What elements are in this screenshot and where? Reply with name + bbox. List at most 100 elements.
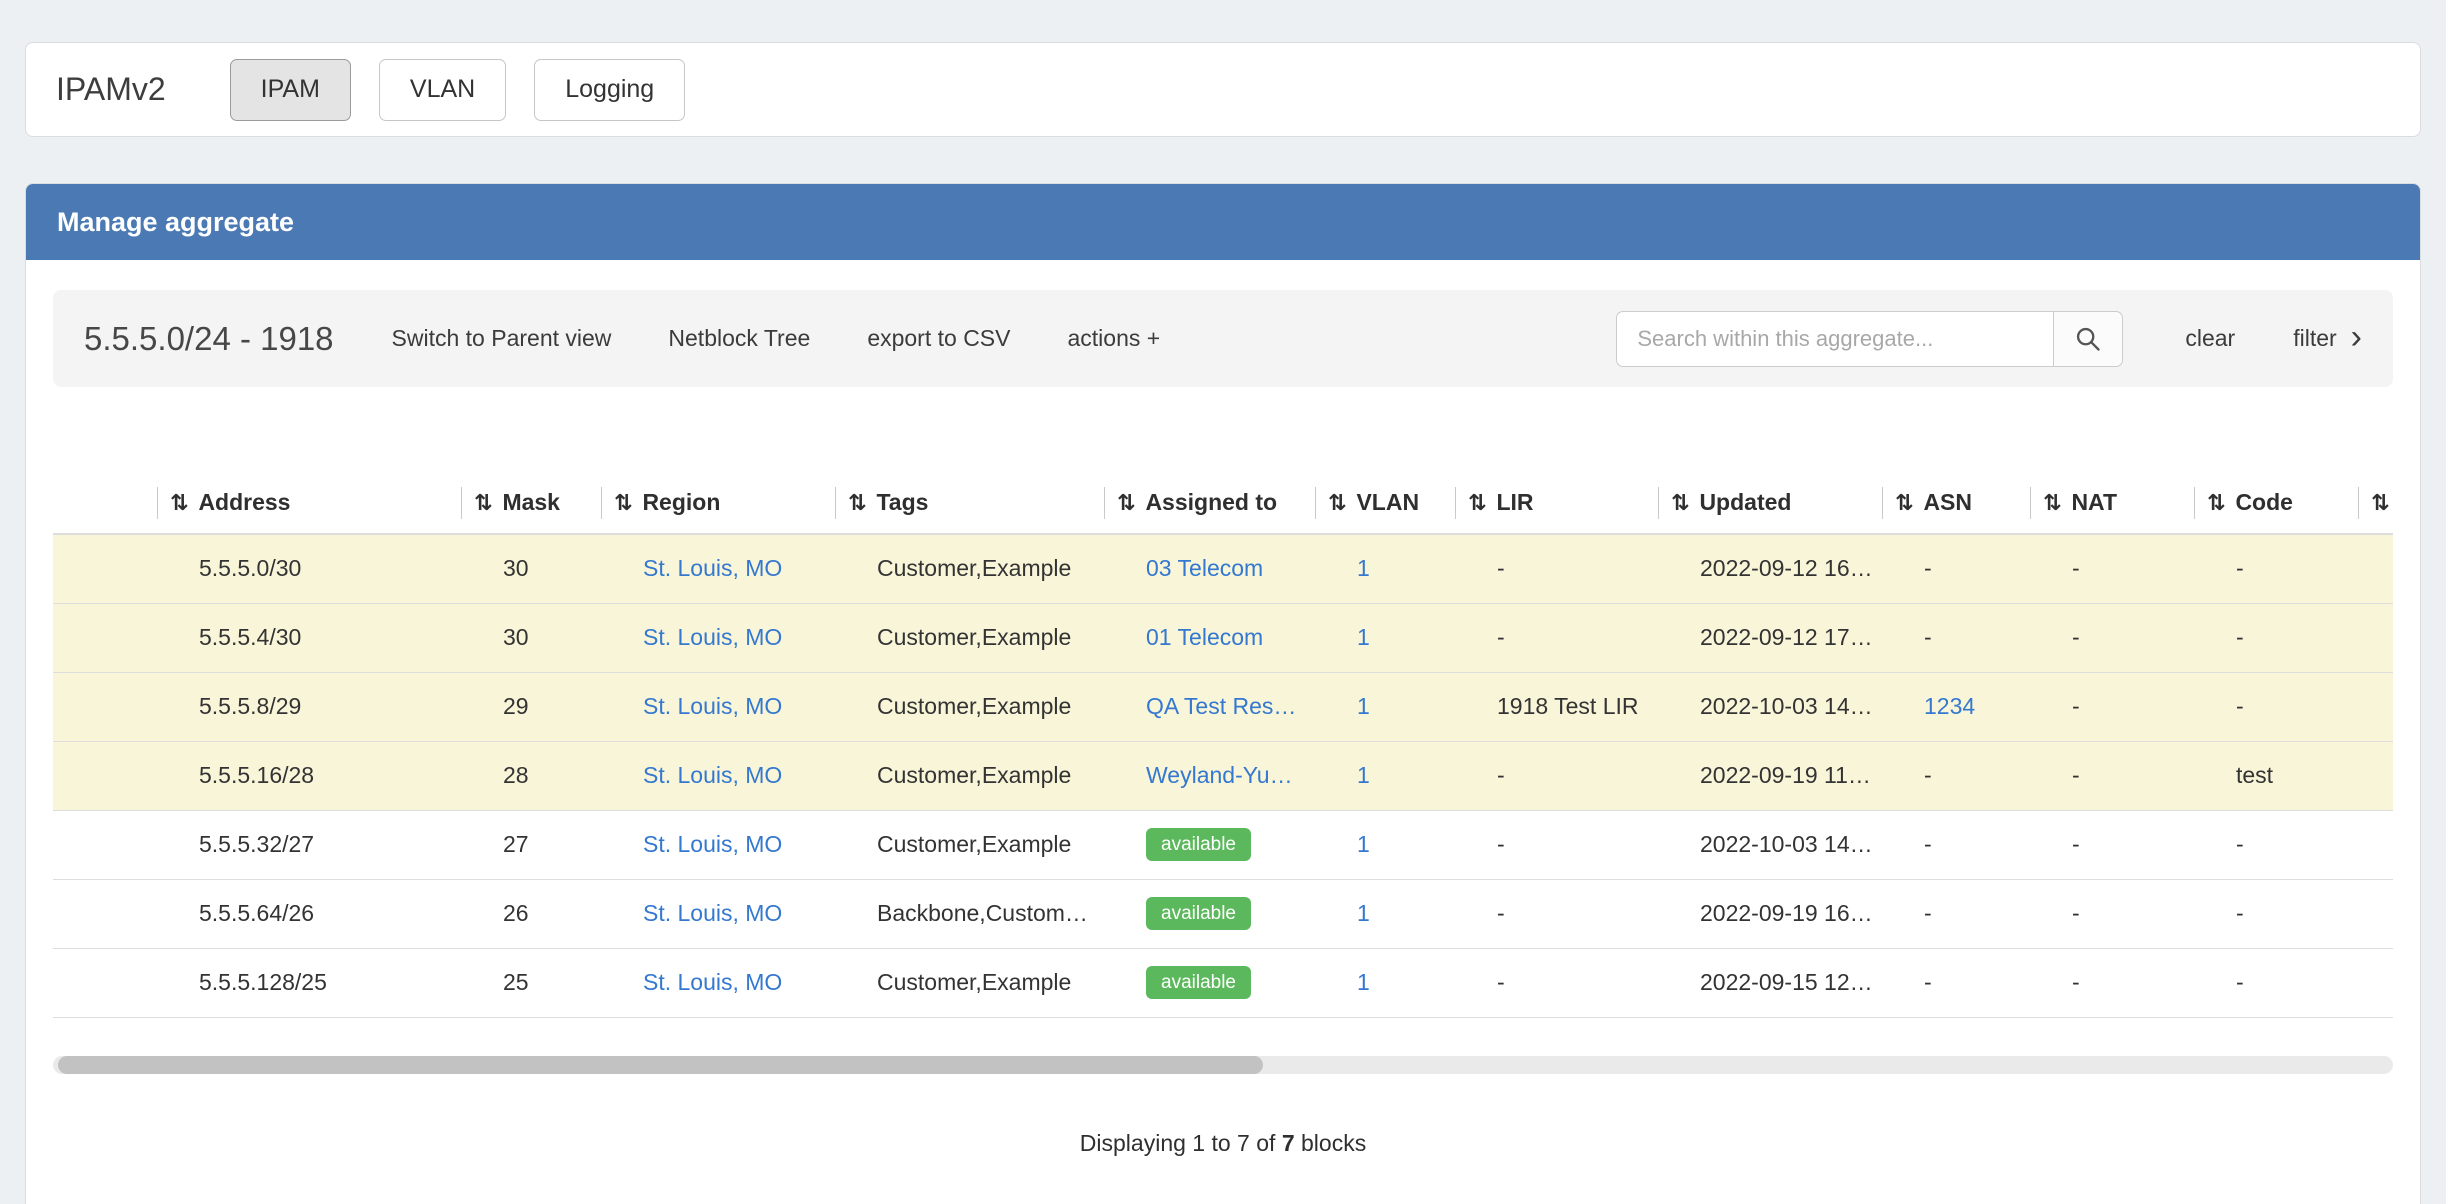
region-link[interactable]: St. Louis, MO <box>643 555 782 581</box>
cell-asn: - <box>1882 741 2030 810</box>
cell-updated: 2022-10-03 14… <box>1658 672 1882 741</box>
cell-address: 5.5.5.8/29 <box>157 672 461 741</box>
column-header-inner: ⇅ Mask <box>461 487 601 519</box>
column-header-label: Mask <box>502 489 560 516</box>
cell-updated: 2022-09-12 16… <box>1658 534 1882 603</box>
tab-logging[interactable]: Logging <box>534 59 685 121</box>
column-header-inner: ⇅Updated <box>1658 487 1882 519</box>
cell-lir: - <box>1455 603 1658 672</box>
cell-tags: Customer,Example <box>835 672 1104 741</box>
cell-vlan: 1 <box>1315 741 1455 810</box>
region-link[interactable]: St. Louis, MO <box>643 762 782 788</box>
cell-updated: 2022-09-19 11… <box>1658 741 1882 810</box>
filter-link[interactable]: filter› <box>2293 322 2362 356</box>
column-header-inner: ⇅LIR <box>1455 487 1658 519</box>
aggregate-toolbar: 5.5.5.0/24 - 1918 Switch to Parent view … <box>53 290 2393 387</box>
switch-parent-view-link[interactable]: Switch to Parent view <box>392 325 612 352</box>
column-header-inner: ⇅Code <box>2194 487 2358 519</box>
column-header-label: Address <box>198 489 290 516</box>
column-header-vlan[interactable]: ⇅ VLAN <box>1315 472 1455 534</box>
vlan-link[interactable]: 1 <box>1357 693 1370 719</box>
vlan-link[interactable]: 1 <box>1357 900 1370 926</box>
panel-title: Manage aggregate <box>26 184 2420 260</box>
column-header-asn[interactable]: ⇅ASN <box>1882 472 2030 534</box>
cell-address: 5.5.5.64/26 <box>157 879 461 948</box>
cell-lir: - <box>1455 741 1658 810</box>
tab-vlan[interactable]: VLAN <box>379 59 506 121</box>
column-header-nat[interactable]: ⇅NAT <box>2030 472 2194 534</box>
cell-assigned: 01 Telecom <box>1104 603 1315 672</box>
scrollbar-thumb[interactable] <box>58 1056 1263 1074</box>
vlan-link[interactable]: 1 <box>1357 762 1370 788</box>
row-gutter <box>53 672 157 741</box>
row-extra <box>2358 672 2393 741</box>
cell-nat: - <box>2030 948 2194 1017</box>
region-link[interactable]: St. Louis, MO <box>643 969 782 995</box>
cell-vlan: 1 <box>1315 879 1455 948</box>
netblock-table: ⇅Address⇅Mask⇅Region⇅Tags⇅Assigned to⇅VL… <box>53 472 2393 1018</box>
column-header-address[interactable]: ⇅Address <box>157 472 461 534</box>
column-header-lir[interactable]: ⇅LIR <box>1455 472 1658 534</box>
vlan-link[interactable]: 1 <box>1357 624 1370 650</box>
region-link[interactable]: St. Louis, MO <box>643 900 782 926</box>
column-header-inner: ⇅ASN <box>1882 487 2030 519</box>
cell-vlan: 1 <box>1315 603 1455 672</box>
vlan-link[interactable]: 1 <box>1357 831 1370 857</box>
search-input[interactable] <box>1616 311 2053 367</box>
region-link[interactable]: St. Louis, MO <box>643 831 782 857</box>
assigned-link[interactable]: QA Test Res… <box>1146 693 1296 719</box>
assigned-link[interactable]: 03 Telecom <box>1146 555 1263 581</box>
column-header-code[interactable]: ⇅Code <box>2194 472 2358 534</box>
table-row: 5.5.5.32/2727St. Louis, MOCustomer,Examp… <box>53 810 2393 879</box>
export-csv-link[interactable]: export to CSV <box>867 325 1010 352</box>
row-extra <box>2358 534 2393 603</box>
column-header-assigned-to[interactable]: ⇅Assigned to <box>1104 472 1315 534</box>
row-gutter <box>53 603 157 672</box>
cell-nat: - <box>2030 741 2194 810</box>
cell-region: St. Louis, MO <box>601 534 835 603</box>
column-header-region[interactable]: ⇅Region <box>601 472 835 534</box>
sort-icon: ⇅ <box>2207 490 2225 516</box>
table-row: 5.5.5.16/2828St. Louis, MOCustomer,Examp… <box>53 741 2393 810</box>
cell-tags: Customer,Example <box>835 741 1104 810</box>
column-header-clipped[interactable]: ⇅ <box>2358 472 2393 534</box>
vlan-link[interactable]: 1 <box>1357 969 1370 995</box>
row-extra <box>2358 810 2393 879</box>
sort-icon: ⇅ <box>1328 490 1346 516</box>
column-header-label: Updated <box>1699 489 1791 516</box>
search-button[interactable] <box>2053 311 2123 367</box>
cell-mask: 25 <box>461 948 601 1017</box>
row-extra <box>2358 948 2393 1017</box>
cell-assigned: available <box>1104 948 1315 1017</box>
assigned-link[interactable]: 01 Telecom <box>1146 624 1263 650</box>
clear-link[interactable]: clear <box>2185 325 2235 352</box>
tab-ipam[interactable]: IPAM <box>230 59 351 121</box>
sort-icon: ⇅ <box>474 490 492 516</box>
cell-mask: 30 <box>461 534 601 603</box>
cell-tags: Customer,Example <box>835 534 1104 603</box>
column-header-label: LIR <box>1496 489 1533 516</box>
column-header-label: NAT <box>2071 489 2117 516</box>
asn-link[interactable]: 1234 <box>1924 693 1975 719</box>
cell-address: 5.5.5.0/30 <box>157 534 461 603</box>
column-header-label: Assigned to <box>1145 489 1277 516</box>
cell-code: - <box>2194 603 2358 672</box>
region-link[interactable]: St. Louis, MO <box>643 624 782 650</box>
horizontal-scrollbar[interactable] <box>53 1056 2393 1074</box>
table-row: 5.5.5.4/3030St. Louis, MOCustomer,Exampl… <box>53 603 2393 672</box>
cell-asn: - <box>1882 879 2030 948</box>
assigned-link[interactable]: Weyland-Yu… <box>1146 762 1293 788</box>
cell-nat: - <box>2030 810 2194 879</box>
cell-updated: 2022-10-03 14… <box>1658 810 1882 879</box>
column-header-updated[interactable]: ⇅Updated <box>1658 472 1882 534</box>
column-header-tags[interactable]: ⇅Tags <box>835 472 1104 534</box>
netblock-tree-link[interactable]: Netblock Tree <box>668 325 810 352</box>
column-header-mask[interactable]: ⇅ Mask <box>461 472 601 534</box>
actions-menu-link[interactable]: actions + <box>1068 325 1161 352</box>
cell-region: St. Louis, MO <box>601 810 835 879</box>
region-link[interactable]: St. Louis, MO <box>643 693 782 719</box>
top-bar: IPAMv2 IPAM VLAN Logging <box>25 42 2421 137</box>
vlan-link[interactable]: 1 <box>1357 555 1370 581</box>
cell-code: - <box>2194 879 2358 948</box>
column-header-label: VLAN <box>1356 489 1419 516</box>
